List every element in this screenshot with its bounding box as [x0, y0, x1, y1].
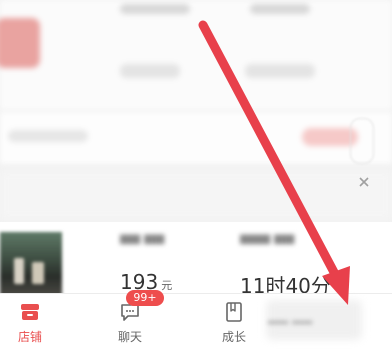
stats-panel: ▅▅ ▅▅ ▅▅▅ ▅▅ 193 元 11时40分: [0, 222, 392, 298]
blurred-content-card: [0, 0, 392, 110]
blurred-text: [120, 64, 180, 78]
tab-store-label: 店铺: [17, 330, 42, 344]
blurred-row: [0, 112, 392, 164]
side-handle[interactable]: [350, 118, 374, 164]
thumbnail-object: [32, 262, 44, 284]
thumbnail-object: [14, 258, 24, 284]
stat-label-blurred: ▅▅ ▅▅: [120, 230, 165, 245]
blurred-text: [250, 4, 310, 14]
product-thumbnail[interactable]: [0, 232, 62, 296]
close-icon[interactable]: [356, 174, 372, 190]
app-screen: ▅▅ ▅▅ ▅▅▅ ▅▅ 193 元 11时40分 店铺 聊天 成长 99+ ▂…: [0, 0, 392, 355]
growth-icon: [226, 302, 242, 322]
tab-growth[interactable]: 成长: [204, 294, 264, 354]
tab-chat-label: 聊天: [117, 330, 142, 344]
tab-store[interactable]: 店铺: [0, 294, 60, 354]
blurred-text: [120, 4, 190, 14]
blurred-text: [8, 130, 88, 142]
stat-amount-unit: 元: [161, 279, 173, 292]
blurred-thumbnail: [0, 18, 40, 68]
store-icon: [21, 304, 39, 320]
tab-blurred-label: ▂▂ ▂▂: [268, 310, 313, 325]
blurred-text: [245, 64, 315, 78]
blurred-banner: [0, 170, 392, 220]
tab-growth-label: 成长: [221, 330, 246, 344]
stat-label-blurred: ▅▅▅ ▅▅: [240, 230, 295, 245]
chat-unread-badge: 99+: [126, 290, 164, 306]
